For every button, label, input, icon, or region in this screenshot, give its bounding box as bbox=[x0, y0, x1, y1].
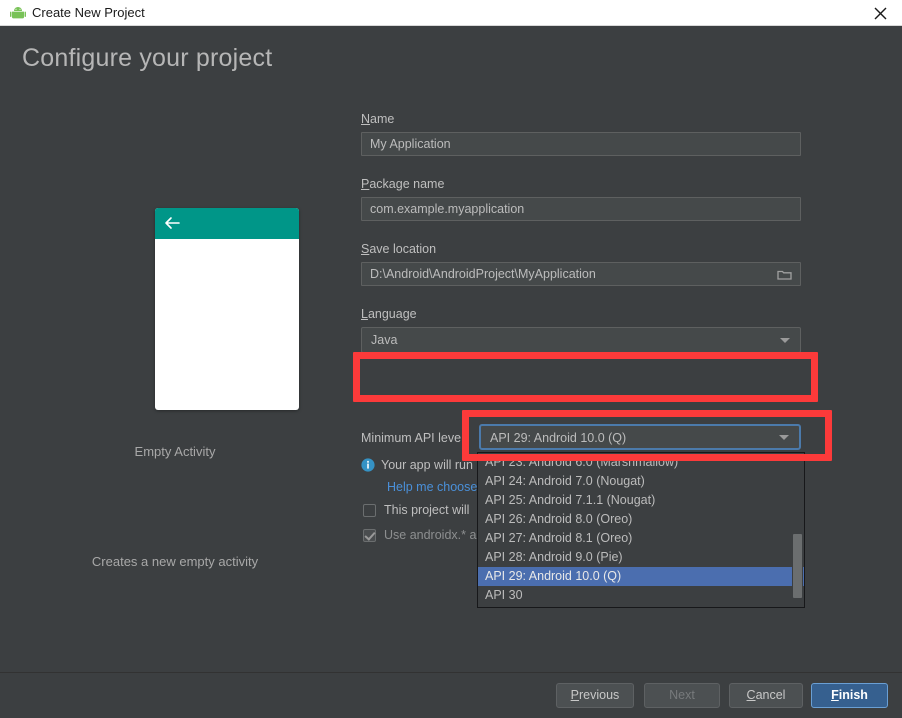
dropdown-scrollbar-thumb[interactable] bbox=[793, 534, 802, 598]
use-androidx-checkbox-row: Use androidx.* a bbox=[363, 528, 476, 542]
list-item[interactable]: API 28: Android 9.0 (Pie) bbox=[478, 548, 804, 567]
min-api-value: API 29: Android 10.0 (Q) bbox=[490, 431, 627, 445]
use-androidx-checkbox-label: Use androidx.* a bbox=[384, 528, 477, 542]
close-icon[interactable] bbox=[858, 0, 902, 25]
title-bar: Create New Project bbox=[0, 0, 902, 26]
language-label: Language bbox=[361, 307, 803, 321]
finish-button-rest: inish bbox=[838, 688, 868, 702]
finish-button[interactable]: Finish bbox=[811, 683, 888, 708]
chevron-down-icon bbox=[779, 435, 789, 440]
previous-button-mnemonic: P bbox=[570, 688, 580, 702]
name-input[interactable]: My Application bbox=[361, 132, 801, 156]
info-icon bbox=[361, 458, 375, 472]
finish-button-mnemonic: F bbox=[831, 688, 839, 702]
next-button: Next bbox=[644, 683, 720, 708]
list-item[interactable]: API 23: Android 6.0 (Marshmallow) bbox=[478, 453, 804, 472]
folder-icon[interactable] bbox=[777, 268, 792, 281]
help-me-choose-link[interactable]: Help me choose bbox=[387, 480, 477, 494]
page-title: Configure your project bbox=[22, 44, 273, 72]
android-icon bbox=[10, 7, 26, 19]
language-label-mnemonic: L bbox=[361, 307, 368, 321]
use-androidx-checkbox bbox=[363, 528, 376, 542]
name-field-group: Name My Application bbox=[361, 112, 803, 156]
min-api-info-row: Your app will run bbox=[361, 457, 473, 473]
min-api-dropdown[interactable]: API 29: Android 10.0 (Q) bbox=[479, 424, 801, 450]
list-item[interactable]: API 26: Android 8.0 (Oreo) bbox=[478, 510, 804, 529]
name-label: Name bbox=[361, 112, 803, 126]
previous-button[interactable]: Previous bbox=[556, 683, 634, 708]
dropdown-scrollbar[interactable] bbox=[792, 454, 803, 606]
name-input-value: My Application bbox=[370, 137, 451, 151]
preview-app-bar bbox=[155, 208, 299, 239]
language-label-rest: anguage bbox=[367, 307, 417, 321]
cancel-button-mnemonic: C bbox=[746, 688, 756, 702]
list-item[interactable]: API 30 bbox=[478, 586, 804, 605]
instant-apps-checkbox[interactable] bbox=[363, 503, 376, 517]
list-item[interactable]: API 27: Android 8.1 (Oreo) bbox=[478, 529, 804, 548]
save-location-input-value: D:\Android\AndroidProject\MyApplication bbox=[370, 267, 596, 281]
language-field-group: Language Java bbox=[361, 307, 803, 353]
create-new-project-dialog: Create New Project Configure your projec… bbox=[0, 0, 902, 718]
save-location-field-group: Save location D:\Android\AndroidProject\… bbox=[361, 242, 803, 286]
package-input-value: com.example.myapplication bbox=[370, 202, 525, 216]
list-item[interactable]: API 25: Android 7.1.1 (Nougat) bbox=[478, 491, 804, 510]
package-field-group: Package name com.example.myapplication bbox=[361, 177, 803, 221]
list-item-selected[interactable]: API 29: Android 10.0 (Q) bbox=[478, 567, 804, 586]
template-description: Creates a new empty activity bbox=[91, 554, 259, 569]
list-item[interactable]: API 24: Android 7.0 (Nougat) bbox=[478, 472, 804, 491]
language-dropdown[interactable]: Java bbox=[361, 327, 801, 353]
dialog-footer: Previous Next Cancel Finish bbox=[0, 673, 902, 718]
project-form: Name My Application Package name com.exa… bbox=[361, 112, 803, 374]
min-api-dropdown-wrapper: API 29: Android 10.0 (Q) bbox=[479, 424, 801, 450]
chevron-down-icon bbox=[780, 338, 790, 343]
instant-apps-checkbox-label: This project will bbox=[384, 503, 470, 517]
package-input[interactable]: com.example.myapplication bbox=[361, 197, 801, 221]
back-arrow-icon bbox=[165, 217, 180, 229]
previous-button-rest: revious bbox=[579, 688, 620, 702]
window-title: Create New Project bbox=[32, 5, 145, 20]
min-api-label: Minimum API leve bbox=[361, 431, 462, 445]
min-api-info-text: Your app will run bbox=[381, 458, 473, 472]
name-label-rest: ame bbox=[370, 112, 395, 126]
cancel-button-rest: ancel bbox=[755, 688, 786, 702]
cancel-button[interactable]: Cancel bbox=[729, 683, 803, 708]
template-preview-panel: Empty Activity Creates a new empty activ… bbox=[0, 150, 350, 610]
language-value: Java bbox=[371, 333, 398, 347]
instant-apps-checkbox-row[interactable]: This project will bbox=[363, 503, 469, 517]
package-label-rest: ackage name bbox=[369, 177, 445, 191]
save-location-input[interactable]: D:\Android\AndroidProject\MyApplication bbox=[361, 262, 801, 286]
min-api-dropdown-list[interactable]: API 23: Android 6.0 (Marshmallow) API 24… bbox=[477, 452, 805, 608]
name-label-mnemonic: N bbox=[361, 112, 371, 126]
phone-preview-mockup bbox=[155, 208, 299, 410]
template-name: Empty Activity bbox=[134, 444, 216, 459]
save-location-label: Save location bbox=[361, 242, 803, 256]
package-label: Package name bbox=[361, 177, 803, 191]
save-location-label-rest: ave location bbox=[369, 242, 437, 256]
